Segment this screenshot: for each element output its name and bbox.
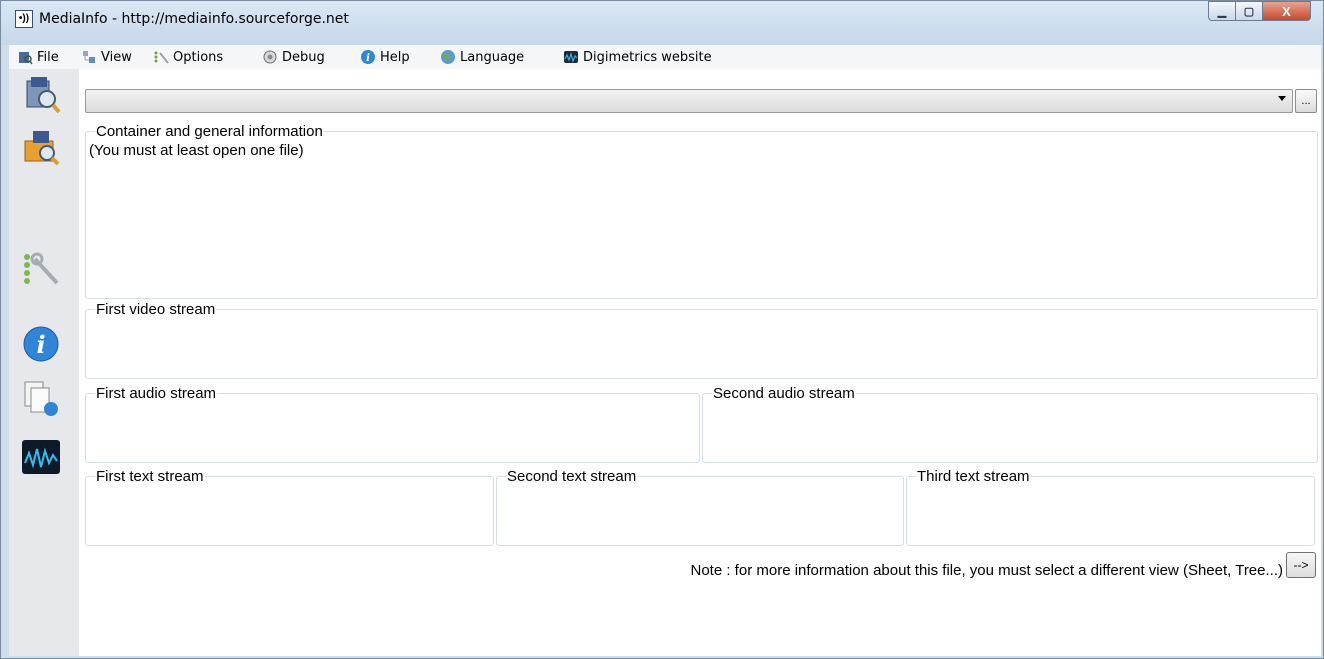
menu-debug-label: Debug — [282, 49, 325, 65]
digimetrics-icon — [564, 51, 578, 63]
menu-file[interactable]: File — [17, 48, 59, 66]
first-audio-title: First audio stream — [95, 385, 218, 402]
second-text-group: Second text stream — [496, 469, 904, 546]
menu-help-label: Help — [380, 49, 410, 65]
export-icon[interactable] — [21, 378, 61, 418]
menu-debug[interactable]: Debug — [262, 48, 325, 66]
maximize-button[interactable]: ▢ — [1236, 1, 1263, 21]
svg-text:i: i — [36, 330, 45, 359]
sidebar-toolbar: i — [9, 69, 79, 656]
video-stream-group: First video stream — [85, 302, 1318, 379]
file-selector-combo[interactable] — [85, 89, 1293, 113]
main-window: •)) MediaInfo - http://mediainfo.sourcef… — [0, 0, 1324, 659]
general-info-group: Container and general information (You m… — [85, 124, 1318, 299]
first-text-title: First text stream — [95, 468, 205, 485]
second-audio-title: Second audio stream — [712, 385, 856, 402]
digimetrics-side-icon[interactable] — [21, 437, 61, 477]
debug-icon — [263, 50, 277, 64]
about-icon[interactable]: i — [21, 324, 61, 364]
close-button[interactable]: X — [1263, 1, 1311, 21]
caption-buttons: ▁ ▢ X — [1208, 1, 1311, 23]
preferences-icon[interactable] — [21, 247, 61, 287]
menu-bar: File View Options Debug i Help Language … — [9, 45, 1321, 70]
second-text-title: Second text stream — [506, 468, 638, 485]
menu-language-label: Language — [460, 49, 525, 65]
chevron-down-icon[interactable] — [1278, 96, 1286, 101]
svg-text:i: i — [366, 53, 370, 64]
menu-view[interactable]: View — [81, 48, 132, 66]
general-info-title: Container and general information — [95, 123, 324, 140]
menu-options[interactable]: Options — [153, 48, 223, 66]
first-audio-group: First audio stream — [85, 386, 700, 463]
menu-view-label: View — [101, 49, 132, 65]
next-view-button[interactable]: --> — [1286, 552, 1316, 578]
menu-file-label: File — [37, 49, 59, 65]
menu-options-label: Options — [173, 49, 224, 65]
options-icon — [154, 51, 169, 64]
menu-language[interactable]: Language — [440, 48, 524, 66]
file-icon — [19, 52, 33, 65]
open-folder-icon[interactable] — [21, 127, 61, 167]
third-text-group: Third text stream — [906, 469, 1315, 546]
open-file-icon[interactable] — [21, 75, 61, 115]
mediainfo-app-icon[interactable]: •)) — [15, 10, 33, 28]
video-stream-title: First video stream — [95, 301, 217, 318]
language-icon — [441, 50, 455, 64]
help-icon: i — [361, 50, 375, 64]
menu-digimetrics[interactable]: Digimetrics website — [563, 48, 712, 66]
view-note: Note : for more information about this f… — [690, 562, 1284, 579]
second-audio-group: Second audio stream — [702, 386, 1318, 463]
menu-digimetrics-label: Digimetrics website — [583, 49, 712, 65]
browse-button[interactable]: ... — [1295, 89, 1317, 113]
menu-help[interactable]: i Help — [360, 48, 410, 66]
general-info-content: (You must at least open one file) — [89, 142, 304, 159]
minimize-button[interactable]: ▁ — [1208, 1, 1236, 21]
view-icon — [83, 51, 95, 63]
client-area: i ... Container and general information … — [9, 69, 1321, 656]
first-text-group: First text stream — [85, 469, 494, 546]
title-bar[interactable]: •)) MediaInfo - http://mediainfo.sourcef… — [1, 1, 1323, 45]
third-text-title: Third text stream — [916, 468, 1031, 485]
window-title: MediaInfo - http://mediainfo.sourceforge… — [39, 11, 349, 27]
